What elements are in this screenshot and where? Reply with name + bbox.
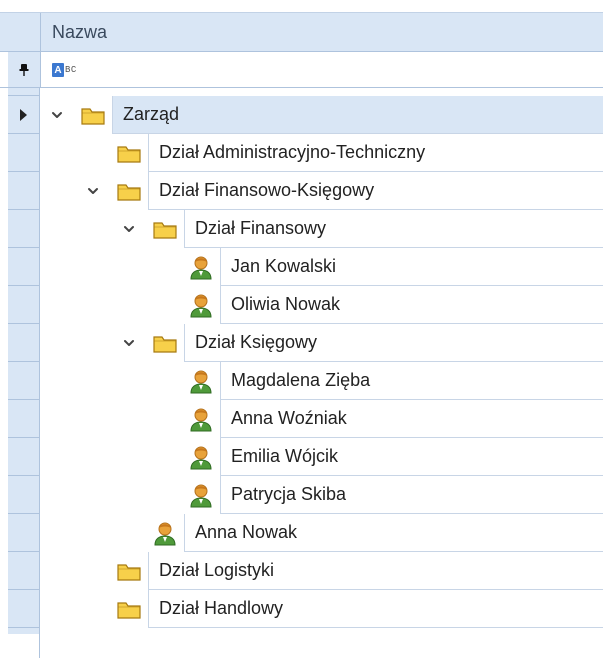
text-filter-abc-icon[interactable]: A BC xyxy=(52,62,77,78)
tree-node-anna-wozniak[interactable]: Anna Woźniak xyxy=(8,400,603,438)
row-indicator[interactable] xyxy=(8,514,40,552)
row-indicator[interactable] xyxy=(8,248,40,286)
name-cell[interactable]: Patrycja Skiba xyxy=(220,476,603,514)
left-edge xyxy=(0,12,8,634)
tree-node-dzial-finansowo-ksiegowy[interactable]: Dział Finansowo-Księgowy xyxy=(8,172,603,210)
node-label: Anna Woźniak xyxy=(220,400,603,437)
row-indicator[interactable] xyxy=(8,210,40,248)
tree-node-jan-kowalski[interactable]: Jan Kowalski xyxy=(8,248,603,286)
person-icon xyxy=(188,254,214,280)
expand-chevron-icon[interactable] xyxy=(50,108,64,122)
row-indicator[interactable] xyxy=(8,438,40,476)
row-indicator[interactable] xyxy=(8,172,40,210)
tree-node-dzial-finansowy[interactable]: Dział Finansowy xyxy=(8,210,603,248)
person-icon xyxy=(188,482,214,508)
node-label: Jan Kowalski xyxy=(220,248,603,285)
tree-list-grid: Nazwa A BC Zarząd Dział Administracyjno-T… xyxy=(0,0,603,658)
tree-node-patrycja-skiba[interactable]: Patrycja Skiba xyxy=(8,476,603,514)
name-cell[interactable]: Dział Administracyjno-Techniczny xyxy=(148,134,603,172)
name-cell[interactable]: Dział Handlowy xyxy=(148,590,603,628)
tree-node-dzial-logistyki[interactable]: Dział Logistyki xyxy=(8,552,603,590)
node-label: Anna Nowak xyxy=(184,514,603,551)
name-cell[interactable]: Anna Woźniak xyxy=(220,400,603,438)
folder-icon xyxy=(116,140,142,166)
tree-node-dzial-administracyjno-techniczny[interactable]: Dział Administracyjno-Techniczny xyxy=(8,134,603,172)
name-cell[interactable]: Zarząd xyxy=(112,96,603,134)
folder-icon xyxy=(152,330,178,356)
pin-icon xyxy=(19,63,29,76)
node-label: Dział Administracyjno-Techniczny xyxy=(148,134,603,171)
tree-node-dzial-ksiegowy[interactable]: Dział Księgowy xyxy=(8,324,603,362)
empty-area xyxy=(0,634,603,658)
node-label: Oliwia Nowak xyxy=(220,286,603,323)
empty-gutter xyxy=(8,634,40,658)
row-indicator[interactable] xyxy=(8,324,40,362)
tree-node-anna-nowak[interactable]: Anna Nowak xyxy=(8,514,603,552)
person-icon xyxy=(152,520,178,546)
node-label: Zarząd xyxy=(112,96,603,133)
name-cell[interactable]: Emilia Wójcik xyxy=(220,438,603,476)
name-cell[interactable]: Dział Finansowy xyxy=(184,210,603,248)
person-icon xyxy=(188,444,214,470)
row-indicator[interactable] xyxy=(8,552,40,590)
name-cell[interactable]: Dział Księgowy xyxy=(184,324,603,362)
folder-icon xyxy=(116,596,142,622)
separator-indicator xyxy=(8,88,40,96)
person-icon xyxy=(188,292,214,318)
current-row-arrow-icon xyxy=(20,108,27,121)
node-label: Patrycja Skiba xyxy=(220,476,603,513)
row-indicator[interactable] xyxy=(8,286,40,324)
node-label: Dział Finansowo-Księgowy xyxy=(148,172,603,209)
folder-icon xyxy=(116,558,142,584)
node-label: Dział Handlowy xyxy=(148,590,603,627)
name-cell[interactable]: Oliwia Nowak xyxy=(220,286,603,324)
expand-chevron-icon[interactable] xyxy=(122,336,136,350)
node-label: Dział Logistyki xyxy=(148,552,603,589)
column-header-row: Nazwa xyxy=(0,12,603,52)
name-cell[interactable]: Dział Logistyki xyxy=(148,552,603,590)
column-header-nazwa[interactable]: Nazwa xyxy=(52,22,107,43)
abc-a-glyph: A xyxy=(52,63,64,77)
row-indicator[interactable] xyxy=(8,362,40,400)
folder-icon xyxy=(80,102,106,128)
node-label: Dział Księgowy xyxy=(184,324,603,361)
node-label: Dział Finansowy xyxy=(184,210,603,247)
name-cell[interactable]: Magdalena Zięba xyxy=(220,362,603,400)
row-indicator[interactable] xyxy=(8,400,40,438)
expand-chevron-icon[interactable] xyxy=(86,184,100,198)
row-indicator[interactable] xyxy=(8,134,40,172)
header-separator xyxy=(0,88,603,96)
row-indicator[interactable] xyxy=(8,96,40,134)
name-cell[interactable]: Anna Nowak xyxy=(184,514,603,552)
auto-filter-row[interactable]: A BC xyxy=(0,52,603,88)
tree-node-zarzad[interactable]: Zarząd xyxy=(8,96,603,134)
tree-node-oliwia-nowak[interactable]: Oliwia Nowak xyxy=(8,286,603,324)
expand-chevron-icon[interactable] xyxy=(122,222,136,236)
folder-icon xyxy=(152,216,178,242)
tree-node-magdalena-zieba[interactable]: Magdalena Zięba xyxy=(8,362,603,400)
name-cell[interactable]: Jan Kowalski xyxy=(220,248,603,286)
folder-icon xyxy=(116,178,142,204)
header-row-indicator xyxy=(8,13,41,51)
filter-row-indicator xyxy=(8,52,41,87)
node-label: Magdalena Zięba xyxy=(220,362,603,399)
top-spacer xyxy=(0,0,603,12)
row-indicator[interactable] xyxy=(8,476,40,514)
abc-bc-glyph: BC xyxy=(65,65,77,75)
name-cell[interactable]: Dział Finansowo-Księgowy xyxy=(148,172,603,210)
person-icon xyxy=(188,368,214,394)
row-indicator[interactable] xyxy=(8,590,40,628)
tree-node-emilia-wojcik[interactable]: Emilia Wójcik xyxy=(8,438,603,476)
node-label: Emilia Wójcik xyxy=(220,438,603,475)
person-icon xyxy=(188,406,214,432)
tree-node-dzial-handlowy[interactable]: Dział Handlowy xyxy=(8,590,603,628)
